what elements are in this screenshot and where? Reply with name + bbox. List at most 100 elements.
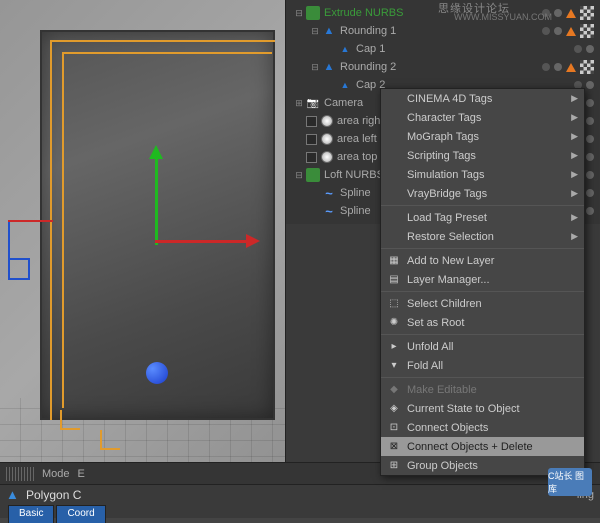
unfold-icon: ▸ <box>385 339 403 355</box>
visibility-dots[interactable] <box>542 24 594 38</box>
root-icon: ✺ <box>385 315 403 331</box>
grip-icon <box>6 467 34 481</box>
menu-item-cinema-4d-tags[interactable]: CINEMA 4D Tags▶ <box>381 89 584 108</box>
menu-item-layer-manager-[interactable]: ▤Layer Manager... <box>381 270 584 289</box>
polygon-icon <box>6 487 22 503</box>
tree-label[interactable]: Cap 1 <box>356 43 600 55</box>
tree-row-rounding-2[interactable]: ⊟Rounding 2 <box>286 58 600 76</box>
context-menu[interactable]: CINEMA 4D Tags▶Character Tags▶MoGraph Ta… <box>380 88 585 476</box>
world-gizmo <box>8 220 68 280</box>
blank-icon <box>385 148 403 164</box>
axis-x-arrow[interactable] <box>155 240 255 243</box>
mode-label[interactable]: Mode <box>42 468 70 480</box>
menu-separator <box>381 248 584 249</box>
tag-badge[interactable] <box>566 27 576 36</box>
menu-item-restore-selection[interactable]: Restore Selection▶ <box>381 227 584 246</box>
expand-icon[interactable] <box>310 188 320 198</box>
texture-tag[interactable] <box>580 24 594 38</box>
loft-icon <box>306 168 320 182</box>
menu-item-scripting-tags[interactable]: Scripting Tags▶ <box>381 146 584 165</box>
menu-label: Unfold All <box>407 341 576 353</box>
rounding-icon <box>322 24 336 38</box>
menu-label: Fold All <box>407 360 576 372</box>
tab-basic[interactable]: Basic <box>8 505 54 523</box>
tree-row-cap-1[interactable]: Cap 1 <box>286 40 600 58</box>
tab-coord[interactable]: Coord <box>56 505 105 523</box>
submenu-arrow-icon: ▶ <box>571 212 578 223</box>
blank-icon <box>385 186 403 202</box>
axis-y-arrow[interactable] <box>155 150 158 245</box>
expand-icon[interactable]: ⊟ <box>294 8 304 18</box>
fold-icon: ▾ <box>385 358 403 374</box>
tag-badge[interactable] <box>566 63 576 72</box>
axis-origin-sphere[interactable] <box>146 362 168 384</box>
attribute-tabs[interactable]: Basic Coord <box>0 505 600 523</box>
menu-label: Connect Objects <box>407 422 576 434</box>
expand-icon[interactable] <box>326 44 336 54</box>
blank-icon <box>385 210 403 226</box>
submenu-arrow-icon: ▶ <box>571 131 578 142</box>
visibility-dots[interactable] <box>542 60 594 74</box>
visibility-checkbox[interactable] <box>306 116 317 127</box>
menu-item-simulation-tags[interactable]: Simulation Tags▶ <box>381 165 584 184</box>
menu-item-set-as-root[interactable]: ✺ Set as Root <box>381 313 584 332</box>
layer-add-icon: ▦ <box>385 253 403 269</box>
menu-label: CINEMA 4D Tags <box>407 93 576 105</box>
connect-icon: ⊡ <box>385 420 403 436</box>
viewport-3d[interactable] <box>0 0 285 518</box>
visibility-dots[interactable] <box>574 45 594 53</box>
light-icon <box>321 133 333 145</box>
texture-tag[interactable] <box>580 60 594 74</box>
blank-icon <box>385 229 403 245</box>
menu-item-connect-objects[interactable]: ⊡ Connect Objects <box>381 418 584 437</box>
select-icon: ⬚ <box>385 296 403 312</box>
menu-label: Set as Root <box>407 317 576 329</box>
watermark-badge: C站长 图库 <box>548 468 592 496</box>
expand-icon[interactable] <box>294 134 304 144</box>
state-icon: ◈ <box>385 401 403 417</box>
menu-item-add-to-new-layer[interactable]: ▦ Add to New Layer <box>381 251 584 270</box>
menu-label: Scripting Tags <box>407 150 576 162</box>
expand-icon[interactable] <box>294 152 304 162</box>
menu-label: VrayBridge Tags <box>407 188 576 200</box>
submenu-arrow-icon: ▶ <box>571 188 578 199</box>
spline-icon <box>322 186 336 200</box>
expand-icon[interactable] <box>310 206 320 216</box>
menu-item-unfold-all[interactable]: ▸ Unfold All <box>381 337 584 356</box>
object-type-label: Polygon C <box>26 488 81 502</box>
menu-item-select-children[interactable]: ⬚Select Children <box>381 294 584 313</box>
editable-icon: ◆ <box>385 382 403 398</box>
menu-item-make-editable: ◆ Make Editable <box>381 380 584 399</box>
menu-item-vraybridge-tags[interactable]: VrayBridge Tags▶ <box>381 184 584 203</box>
expand-icon[interactable] <box>326 80 336 90</box>
menu-label: Load Tag Preset <box>407 212 576 224</box>
menu-item-character-tags[interactable]: Character Tags▶ <box>381 108 584 127</box>
edit-label[interactable]: E <box>78 468 85 480</box>
menu-item-load-tag-preset[interactable]: Load Tag Preset▶ <box>381 208 584 227</box>
expand-icon[interactable]: ⊟ <box>310 62 320 72</box>
visibility-checkbox[interactable] <box>306 134 317 145</box>
expand-icon[interactable]: ⊞ <box>294 98 304 108</box>
tag-badge[interactable] <box>566 9 576 18</box>
group-icon: ⊞ <box>385 458 403 474</box>
blank-icon <box>385 129 403 145</box>
spline-icon <box>322 204 336 218</box>
expand-icon[interactable] <box>294 116 304 126</box>
blank-icon <box>385 91 403 107</box>
menu-item-connect-objects-delete[interactable]: ⊠Connect Objects + Delete <box>381 437 584 456</box>
menu-label: Simulation Tags <box>407 169 576 181</box>
submenu-arrow-icon: ▶ <box>571 93 578 104</box>
expand-icon[interactable]: ⊟ <box>294 170 304 180</box>
menu-item-current-state-to-object[interactable]: ◈Current State to Object <box>381 399 584 418</box>
visibility-checkbox[interactable] <box>306 152 317 163</box>
menu-item-mograph-tags[interactable]: MoGraph Tags▶ <box>381 127 584 146</box>
tree-row-rounding-1[interactable]: ⊟Rounding 1 <box>286 22 600 40</box>
menu-label: Make Editable <box>407 384 576 396</box>
menu-item-fold-all[interactable]: ▾ Fold All <box>381 356 584 375</box>
expand-icon[interactable]: ⊟ <box>310 26 320 36</box>
texture-tag[interactable] <box>580 6 594 20</box>
menu-label: Add to New Layer <box>407 255 576 267</box>
submenu-arrow-icon: ▶ <box>571 231 578 242</box>
menu-label: Connect Objects + Delete <box>407 441 576 453</box>
rounding-icon <box>322 60 336 74</box>
